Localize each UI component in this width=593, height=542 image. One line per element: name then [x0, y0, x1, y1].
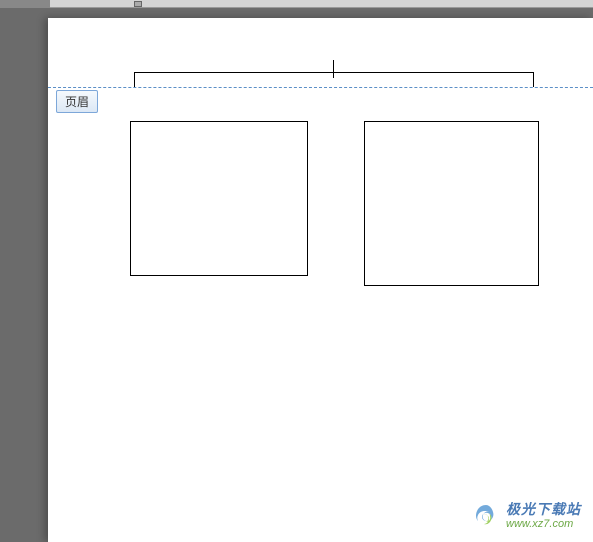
ruler-indent-marker[interactable] [134, 1, 142, 7]
document-page[interactable]: 页眉 极光下载站 www.xz7.com [48, 18, 593, 542]
content-box-right[interactable] [364, 121, 539, 286]
watermark: 极光下载站 www.xz7.com [472, 502, 581, 530]
header-box-sides [134, 73, 534, 87]
watermark-logo-icon [472, 502, 500, 530]
header-boundary-line [48, 87, 593, 88]
watermark-title: 极光下载站 [506, 502, 581, 517]
content-box-left[interactable] [130, 121, 308, 276]
header-label-text: 页眉 [65, 95, 89, 109]
watermark-url: www.xz7.com [506, 518, 581, 530]
watermark-text-group: 极光下载站 www.xz7.com [506, 502, 581, 529]
header-label-tag[interactable]: 页眉 [56, 90, 98, 113]
ruler [0, 0, 593, 8]
ruler-margin [0, 0, 50, 8]
